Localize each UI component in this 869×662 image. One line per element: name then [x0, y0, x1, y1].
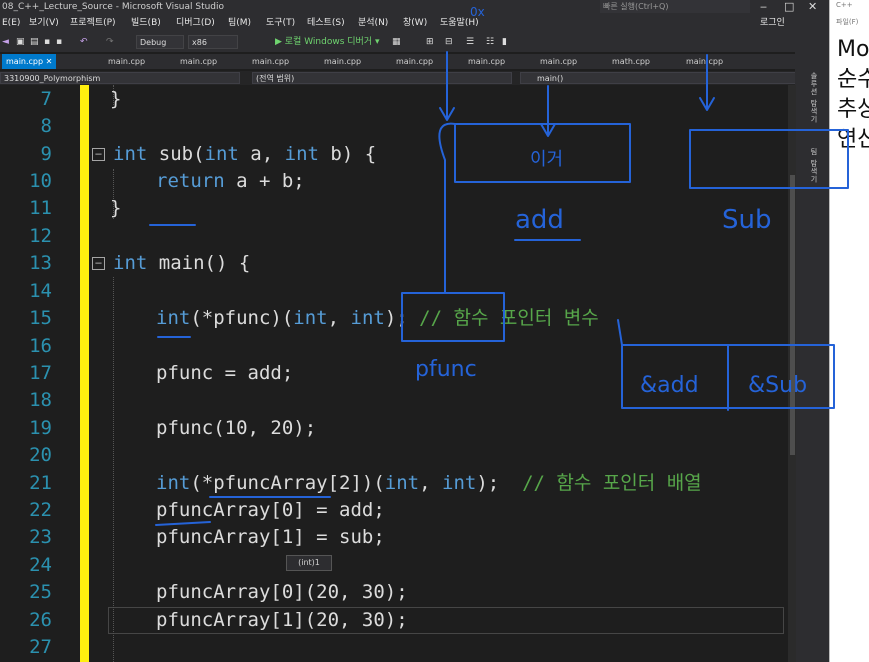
underline-stroke: [155, 521, 211, 526]
pointer-variable-box: [401, 292, 505, 342]
pen-annotation-layer: 이거 add Sub pfunc &add &Sub 0x: [149, 5, 849, 526]
memory-box-sub: [689, 129, 849, 189]
annotation-text: add: [515, 205, 564, 235]
annotation-text: Sub: [722, 205, 772, 235]
visual-studio-window: 08_C++_Lecture_Source - Microsoft Visual…: [0, 0, 869, 662]
pointer-link-curve: [438, 122, 456, 294]
arrow-down-stroke: [540, 85, 556, 137]
arrow-down-stroke: [699, 54, 715, 111]
annotation-text: 0x: [470, 5, 485, 19]
annotation-text: pfunc: [415, 357, 477, 382]
annotation-text: &Sub: [748, 373, 807, 398]
annotation-text: 이거: [530, 149, 563, 170]
annotation-text: &add: [640, 373, 699, 398]
annotation-tick: [617, 319, 623, 346]
arrow-down-stroke: [439, 51, 455, 121]
